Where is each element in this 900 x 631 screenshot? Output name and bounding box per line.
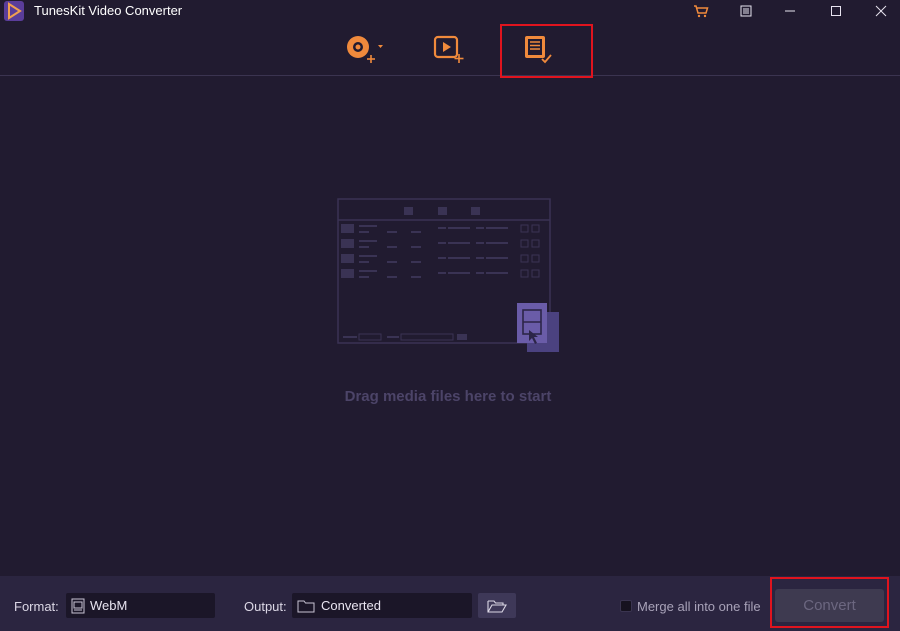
open-folder-icon — [487, 599, 507, 613]
toolbar — [0, 22, 900, 78]
highlight-convert — [770, 577, 889, 628]
merge-label[interactable]: Merge all into one file — [637, 599, 761, 614]
add-dvd-button[interactable] — [340, 22, 388, 76]
add-video-button[interactable] — [428, 22, 468, 76]
merge-checkbox[interactable] — [620, 600, 632, 612]
add-dvd-icon — [347, 36, 383, 63]
drop-area-illustration — [337, 198, 559, 352]
highlight-history — [500, 24, 593, 78]
app-logo-icon — [4, 1, 24, 21]
output-path-field[interactable]: Converted — [292, 593, 472, 618]
format-label: Format: — [14, 599, 59, 614]
title-bar: TunesKit Video Converter — [0, 0, 900, 22]
drop-hint-text: Drag media files here to start — [344, 388, 552, 405]
folder-icon — [297, 600, 315, 612]
browse-folder-button[interactable] — [478, 593, 516, 618]
minimize-icon[interactable] — [775, 0, 805, 22]
output-label: Output: — [244, 599, 287, 614]
app-title: TunesKit Video Converter — [34, 3, 183, 18]
cart-icon[interactable] — [686, 0, 716, 22]
output-value: Converted — [321, 598, 381, 613]
format-file-icon — [71, 598, 85, 613]
add-video-icon — [433, 35, 464, 63]
maximize-icon[interactable] — [821, 0, 851, 22]
format-value: WebM — [90, 598, 128, 613]
bottom-bar: Format: WebM Output: Converted Merge all… — [0, 576, 900, 631]
menu-icon[interactable] — [731, 0, 761, 22]
format-selector[interactable]: WebM — [66, 593, 215, 618]
close-icon[interactable] — [866, 0, 896, 22]
